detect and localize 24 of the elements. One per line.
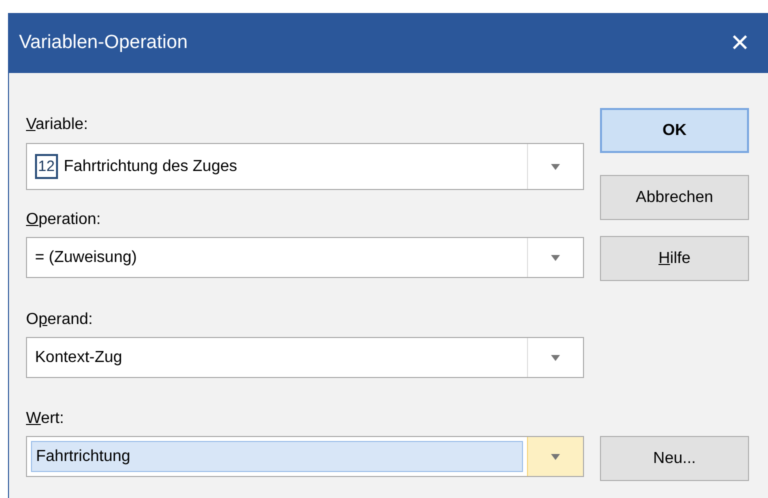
field-label: Wert:	[26, 410, 64, 428]
dialog-button[interactable]: OK	[600, 108, 749, 153]
field-label: Operand:	[26, 311, 93, 329]
dropdown-arrow-button[interactable]	[527, 437, 583, 476]
caret-icon	[551, 454, 560, 460]
window-title: Variablen-Operation	[19, 32, 188, 54]
caret-icon	[551, 254, 560, 260]
dropdown-value: Fahrtrichtung des Zuges	[64, 158, 238, 176]
close-button[interactable]: ✕	[724, 29, 756, 57]
field-label: Operation:	[26, 211, 101, 229]
caret-icon	[551, 354, 560, 360]
dialog-button[interactable]: Neu...	[600, 436, 749, 481]
dropdown-value: Fahrtrichtung	[36, 448, 130, 466]
dropdown-value: = (Zuweisung)	[35, 248, 137, 266]
dropdown-field[interactable]: 12 Fahrtrichtung des Zuges	[26, 143, 584, 190]
dropdown-field[interactable]: = (Zuweisung)	[26, 237, 584, 278]
caret-icon	[551, 164, 560, 170]
dropdown-value: Kontext-Zug	[35, 348, 122, 366]
dropdown-field[interactable]: Fahrtrichtung	[26, 436, 584, 477]
dropdown-field[interactable]: Kontext-Zug	[26, 337, 584, 378]
dialog-button[interactable]: Hilfe	[600, 236, 749, 281]
dialog-button[interactable]: Abbrechen	[600, 175, 749, 220]
field-label: Variable:	[26, 116, 88, 134]
number-type-badge: 12	[35, 154, 58, 179]
